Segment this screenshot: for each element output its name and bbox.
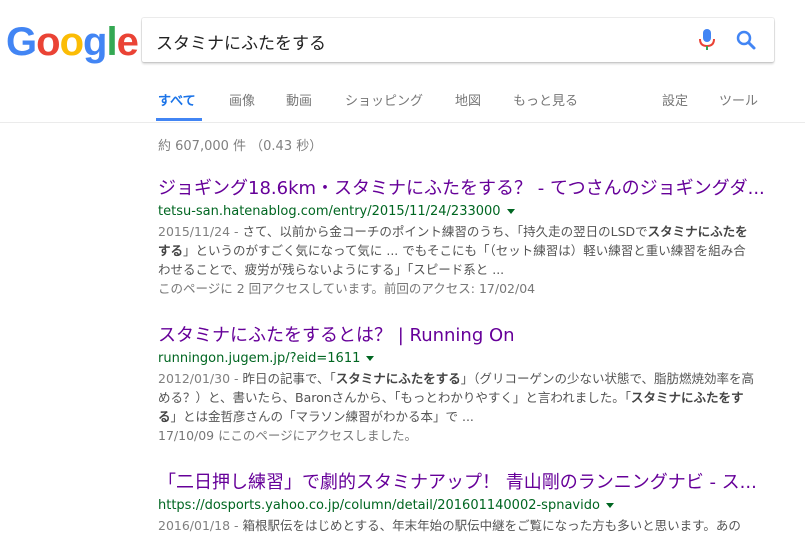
logo-letter: l — [106, 20, 117, 64]
result-url-text: https://dosports.yahoo.co.jp/column/deta… — [158, 498, 600, 513]
result-snippet: 2015/11/24 - さて、以前から金コーチのポイント練習のうち、「持久走の… — [158, 222, 758, 279]
result-title-link[interactable]: ジョギング18.6km・スタミナにふたをする？ - てつさんのジョギングダ... — [158, 178, 768, 200]
snippet-text: 箱根駅伝をはじめとする、年末年始の駅伝中継をご覧になった方も多いと思います。あの — [242, 518, 741, 533]
settings-link[interactable]: 設定 — [662, 90, 688, 109]
result-snippet: 2012/01/30 - 昨日の記事で、「スタミナにふたをする」（グリコーゲンの… — [158, 369, 758, 426]
search-icon[interactable] — [734, 28, 758, 52]
tab-all[interactable]: すべて — [158, 90, 196, 109]
result-visit-note: このページに 2 回アクセスしています。前回のアクセス: 17/02/04 — [158, 281, 536, 296]
logo-letter: e — [116, 20, 139, 64]
logo-letter: G — [6, 20, 37, 64]
result-title-link[interactable]: スタミナにふたをするとは？ | Running On — [158, 325, 768, 347]
search-tabs: すべて 画像 動画 ショッピング 地図 もっと見る 設定 ツール — [0, 80, 805, 123]
snippet-highlight: スタミナにふたをする — [335, 371, 461, 386]
tab-shopping[interactable]: ショッピング — [345, 90, 423, 109]
snippet-text: 2012/01/30 - — [158, 371, 243, 386]
logo-letter: g — [83, 20, 107, 64]
logo-letter: o — [36, 20, 60, 64]
microphone-icon[interactable] — [696, 28, 718, 52]
snippet-text: 昨日の記事で、「 — [242, 371, 336, 386]
snippet-text: 」とは金哲彦さんの「マラソン練習がわかる本」で ... — [170, 409, 474, 424]
tab-images[interactable]: 画像 — [229, 90, 255, 109]
search-result: ジョギング18.6km・スタミナにふたをする？ - てつさんのジョギングダ...… — [158, 178, 768, 298]
result-snippet: 2016/01/18 - 箱根駅伝をはじめとする、年末年始の駅伝中継をご覧になっ… — [158, 516, 758, 535]
result-url: https://dosports.yahoo.co.jp/column/deta… — [158, 497, 768, 514]
result-url-text: runningon.jugem.jp/?eid=1611 — [158, 351, 361, 366]
google-logo[interactable]: Google — [6, 20, 139, 64]
search-result: スタミナにふたをするとは？ | Running On runningon.jug… — [158, 325, 768, 445]
result-url: tetsu-san.hatenablog.com/entry/2015/11/2… — [158, 203, 768, 220]
snippet-text: さて、以前から金コーチのポイント練習のうち、「持久走の翌日のLSDで — [242, 224, 648, 239]
result-url-text: tetsu-san.hatenablog.com/entry/2015/11/2… — [158, 204, 501, 219]
tools-link[interactable]: ツール — [719, 90, 758, 109]
snippet-text: 2015/11/24 - — [158, 224, 243, 239]
caret-down-icon[interactable] — [506, 209, 515, 214]
tab-videos[interactable]: 動画 — [286, 90, 312, 109]
result-stats: 約 607,000 件 （0.43 秒） — [158, 139, 323, 154]
snippet-text: 2016/01/18 - — [158, 518, 243, 533]
search-input[interactable]: スタミナにふたをする — [156, 29, 326, 54]
tab-maps[interactable]: 地図 — [455, 90, 481, 109]
active-tab-indicator — [156, 118, 202, 121]
search-box[interactable]: スタミナにふたをする — [142, 18, 774, 62]
snippet-text: 」というのがすごく気になって気に ... でもそこにも「（セット練習は）軽い練習… — [158, 243, 746, 277]
caret-down-icon[interactable] — [366, 356, 375, 361]
result-url: runningon.jugem.jp/?eid=1611 — [158, 350, 768, 367]
result-visit-note: 17/10/09 にこのページにアクセスしました。 — [158, 428, 417, 443]
logo-letter: o — [59, 20, 84, 64]
caret-down-icon[interactable] — [605, 503, 614, 508]
result-title-link[interactable]: 「二日押し練習」で劇的スタミナアップ！ 青山剛のランニングナビ - ス... — [158, 472, 768, 494]
tab-more[interactable]: もっと見る — [513, 90, 578, 109]
search-result: 「二日押し練習」で劇的スタミナアップ！ 青山剛のランニングナビ - ス... h… — [158, 472, 768, 535]
